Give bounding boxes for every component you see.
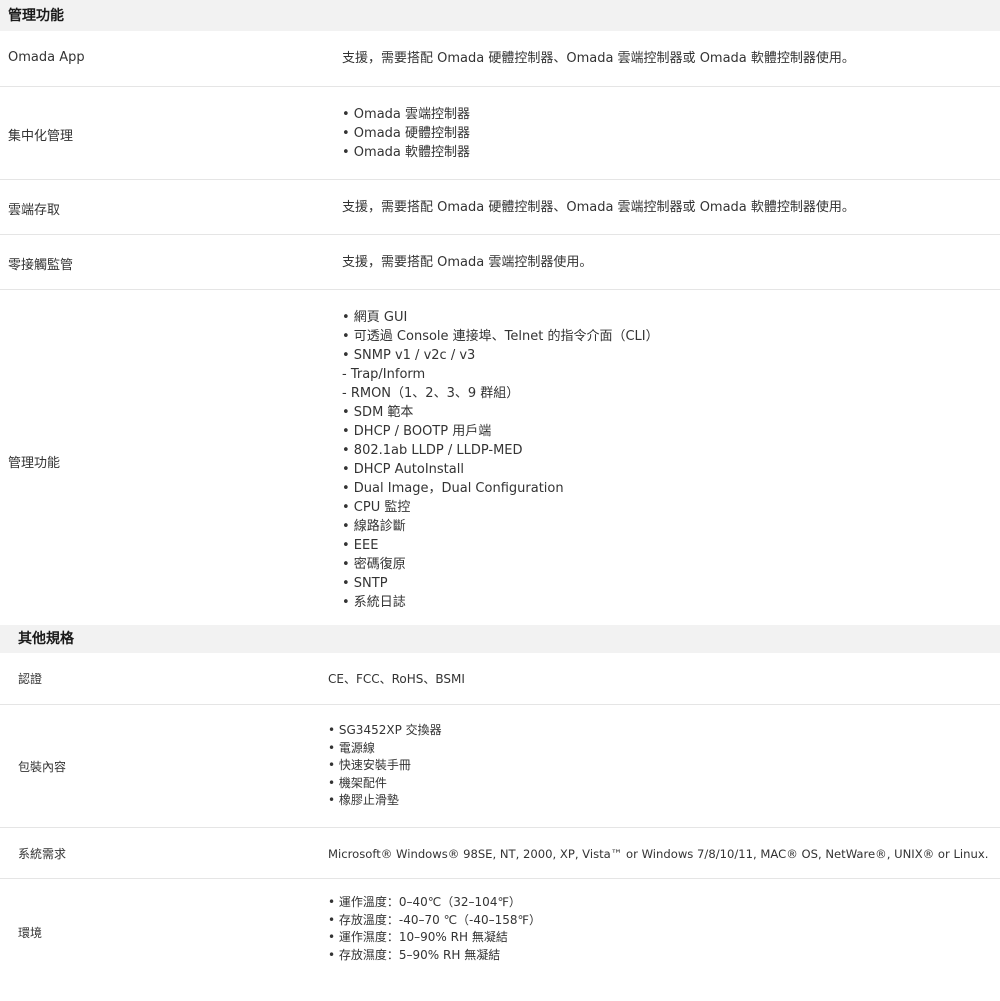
spec-value: CE、FCC、RoHS、BSMI [328, 672, 465, 686]
spec-value-list: • Omada 雲端控制器 • Omada 硬體控制器 • Omada 軟體控制… [342, 105, 470, 162]
spec-row-management-features: 管理功能 • 網頁 GUI • 可透過 Console 連接埠、Telnet 的… [0, 289, 1000, 626]
list-item: • SNMP v1 / v2c / v3 [342, 348, 476, 363]
list-item: - Trap/Inform [342, 367, 426, 382]
list-item: • 橡膠止滑墊 [328, 793, 399, 807]
list-item: • 機架配件 [328, 775, 387, 790]
list-item: • DHCP / BOOTP 用戶端 [342, 424, 492, 439]
spec-row-zero-touch: 零接觸監管 支援，需要搭配 Omada 雲端控制器使用。 [0, 234, 1000, 290]
list-item: • Omada 軟體控制器 [342, 145, 471, 160]
spec-row-environment: 環境 • 運作溫度：0–40℃（32–104℉） • 存放溫度：-40–70 ℃… [0, 878, 1000, 1001]
list-item: • Omada 硬體控制器 [342, 126, 471, 141]
list-item: • DHCP AutoInstall [342, 462, 464, 477]
list-item: • 運作溫度：0–40℃（32–104℉） [328, 895, 521, 909]
list-item: • 線路診斷 [342, 519, 406, 534]
spec-row-omada-app: Omada App 支援，需要搭配 Omada 硬體控制器、Omada 雲端控制… [0, 31, 1000, 86]
list-item: • 802.1ab LLDP / LLDP-MED [342, 443, 523, 458]
list-item: • 網頁 GUI [342, 310, 408, 325]
list-item: • 可透過 Console 連接埠、Telnet 的指令介面（CLI） [342, 329, 659, 344]
list-item: • Dual Image，Dual Configuration [342, 481, 564, 496]
list-item: • SDM 範本 [342, 405, 414, 420]
list-item: • 系統日誌 [342, 595, 406, 610]
spec-value: 支援，需要搭配 Omada 雲端控制器使用。 [342, 255, 593, 270]
section-title: 管理功能 [8, 8, 64, 24]
spec-value-list: • 運作溫度：0–40℃（32–104℉） • 存放溫度：-40–70 ℃（-4… [328, 894, 541, 964]
list-item: • 存放溫度：-40–70 ℃（-40–158℉） [328, 912, 541, 927]
list-item: • 存放濕度：5–90% RH 無凝結 [328, 947, 501, 962]
spec-row-cloud-access: 雲端存取 支援，需要搭配 Omada 硬體控制器、Omada 雲端控制器或 Om… [0, 179, 1000, 235]
spec-value: 支援，需要搭配 Omada 硬體控制器、Omada 雲端控制器或 Omada 軟… [342, 51, 855, 66]
spec-label: 集中化管理 [8, 129, 74, 144]
spec-label: 系統需求 [18, 847, 67, 861]
spec-row-certification: 認證 CE、FCC、RoHS、BSMI [0, 653, 1000, 704]
spec-value-list: • 網頁 GUI • 可透過 Console 連接埠、Telnet 的指令介面（… [342, 308, 659, 612]
list-item: • EEE [342, 538, 379, 553]
spec-label: 管理功能 [8, 456, 61, 471]
spec-value-list: • SG3452XP 交換器 • 電源線 • 快速安裝手冊 • 機架配件 • 橡… [328, 722, 442, 810]
list-item: - RMON（1、2、3、9 群組） [342, 386, 520, 401]
spec-label: 雲端存取 [8, 203, 61, 218]
spec-row-package-contents: 包裝內容 • SG3452XP 交換器 • 電源線 • 快速安裝手冊 • 機架配… [0, 704, 1000, 828]
list-item: • SNTP [342, 576, 388, 591]
section-header-other-specs: 其他規格 [0, 625, 1000, 653]
list-item: • SG3452XP 交換器 [328, 723, 442, 737]
spec-label: 零接觸監管 [8, 258, 74, 273]
list-item: • 快速安裝手冊 [328, 758, 411, 772]
spec-label: 認證 [18, 672, 43, 686]
list-item: • Omada 雲端控制器 [342, 107, 471, 122]
spec-row-system-requirements: 系統需求 Microsoft® Windows® 98SE, NT, 2000,… [0, 827, 1000, 879]
spec-label: Omada App [8, 50, 85, 65]
spec-label: 環境 [18, 926, 43, 940]
spec-row-central-management: 集中化管理 • Omada 雲端控制器 • Omada 硬體控制器 • Omad… [0, 86, 1000, 180]
spec-value: Microsoft® Windows® 98SE, NT, 2000, XP, … [328, 847, 989, 861]
list-item: • CPU 監控 [342, 500, 411, 515]
spec-value: 支援，需要搭配 Omada 硬體控制器、Omada 雲端控制器或 Omada 軟… [342, 200, 855, 215]
list-item: • 密碼復原 [342, 557, 406, 572]
section-title: 其他規格 [18, 631, 74, 647]
spec-label: 包裝內容 [18, 760, 67, 774]
list-item: • 電源線 [328, 740, 375, 755]
list-item: • 運作濕度：10–90% RH 無凝結 [328, 930, 508, 944]
section-header-management: 管理功能 [0, 0, 1000, 31]
